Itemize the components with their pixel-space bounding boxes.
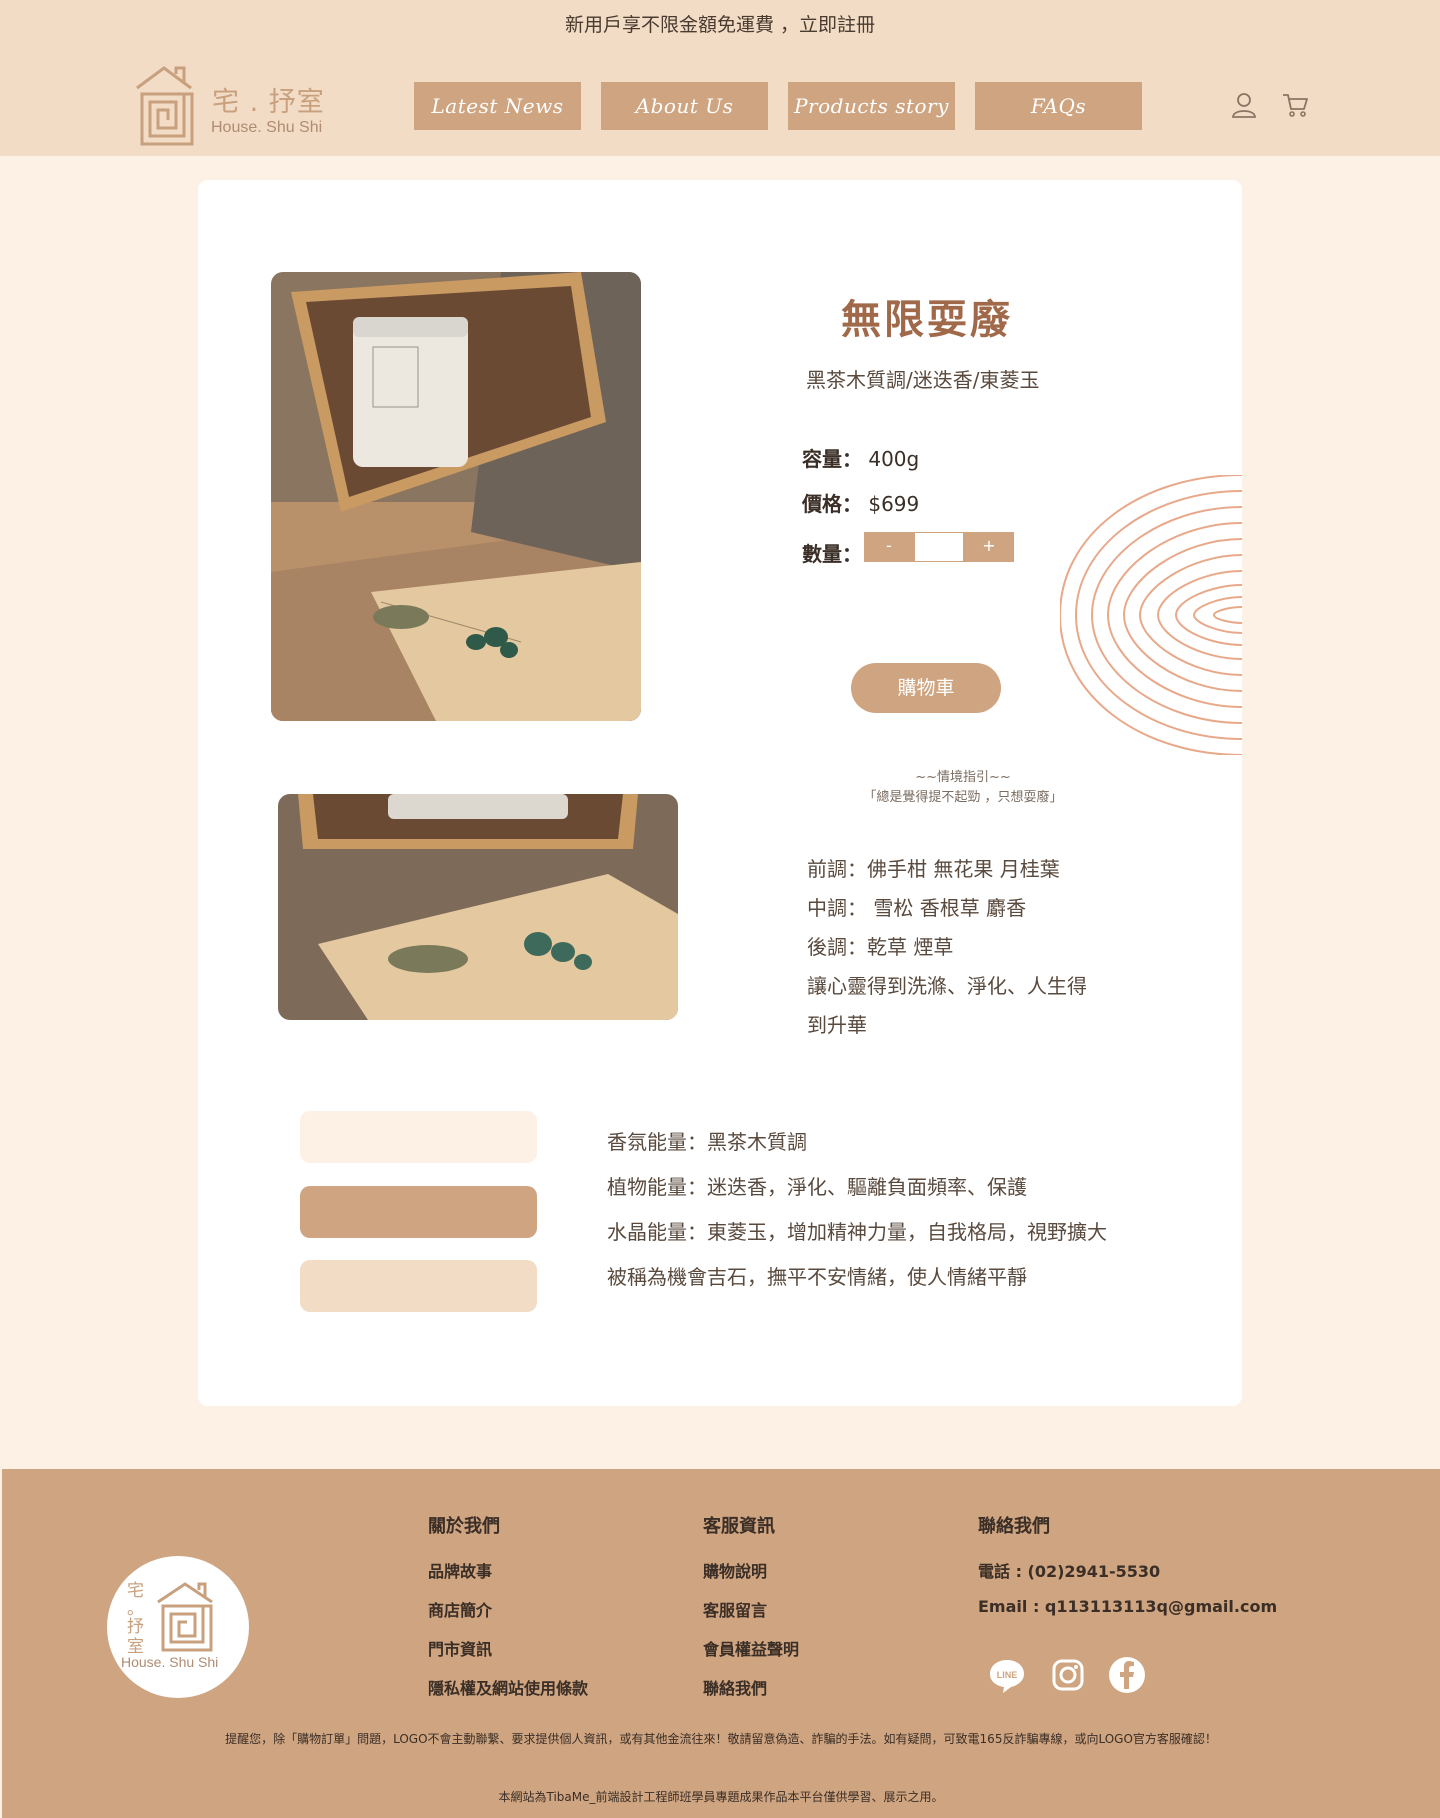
- footer-contact-column: 聯絡我們 電話 : (02)2941-5530 Email : q1131131…: [978, 1512, 1277, 1636]
- product-photo-main[interactable]: [271, 272, 641, 721]
- add-to-cart-button[interactable]: 購物車: [851, 663, 1001, 713]
- nav-latest-news[interactable]: Latest News: [414, 82, 581, 130]
- product-subtitle: 黑茶木質調/迷迭香/東菱玉: [806, 368, 1040, 392]
- product-card: 無限耍廢 黑茶木質調/迷迭香/東菱玉 容量： 400g 價格： $699 數量：…: [198, 180, 1242, 1406]
- announcement-bar[interactable]: 新用戶享不限金額免運費 ，立即註冊: [0, 0, 1440, 50]
- footer-link-store-info[interactable]: 門市資訊: [428, 1636, 588, 1675]
- decorative-rings: [1060, 475, 1242, 755]
- energy-line-plant: 植物能量：迷迭香，淨化、驅離負面頻率、保護: [607, 1175, 1027, 1199]
- line-icon[interactable]: LINE: [987, 1655, 1027, 1695]
- product-photo-main-image: [271, 272, 641, 721]
- energy-line-crystal: 水晶能量：東菱玉，增加精神力量，自我格局，視野擴大: [607, 1220, 1107, 1244]
- footer-link-privacy[interactable]: 隱私權及網站使用條款: [428, 1675, 588, 1714]
- product-title: 無限耍廢: [841, 297, 1013, 343]
- option-swatch-3[interactable]: [300, 1260, 537, 1312]
- energy-line-extra: 被稱為機會吉石，撫平不安情緒，使人情緒平靜: [607, 1265, 1027, 1289]
- cart-icon[interactable]: [1280, 90, 1310, 120]
- footer-email[interactable]: Email : q113113113q@gmail.com: [978, 1597, 1277, 1636]
- footer-service-title: 客服資訊: [703, 1516, 775, 1537]
- footer-service-column: 客服資訊 購物說明 客服留言 會員權益聲明 聯絡我們: [703, 1512, 799, 1714]
- site-footer: 宅 。 抒 室 House. Shu Shi 關於我們 品牌故事 商店簡介 門市…: [2, 1469, 1440, 1818]
- footer-about-column: 關於我們 品牌故事 商店簡介 門市資訊 隱私權及網站使用條款: [428, 1512, 588, 1714]
- footer-logo[interactable]: 宅 。 抒 室 House. Shu Shi: [107, 1556, 249, 1698]
- footer-link-brand-story[interactable]: 品牌故事: [428, 1558, 588, 1597]
- quantity-label: 數量：: [802, 542, 862, 566]
- user-icon[interactable]: [1229, 90, 1259, 120]
- capacity-value: 400g: [868, 447, 920, 471]
- nav-faqs[interactable]: FAQs: [975, 82, 1142, 130]
- house-logo-icon: [136, 66, 194, 146]
- footer-link-shopping-guide[interactable]: 購物說明: [703, 1558, 799, 1597]
- footer-contact-title: 聯絡我們: [978, 1516, 1050, 1537]
- nav-products-story[interactable]: Products story: [788, 82, 955, 130]
- site-header: 宅 . 抒室 House. Shu Shi Latest News About …: [0, 50, 1440, 156]
- logo-en-text: House. Shu Shi: [211, 119, 323, 136]
- footer-phone[interactable]: 電話 : (02)2941-5530: [978, 1558, 1277, 1597]
- fragrance-notes: 前調：佛手柑 無花果 月桂葉 中調： 雪松 香根草 麝香 後調：乾草 煙草 讓心…: [807, 850, 1087, 1045]
- footer-link-store-intro[interactable]: 商店簡介: [428, 1597, 588, 1636]
- footer-link-member-rights[interactable]: 會員權益聲明: [703, 1636, 799, 1675]
- nav-about-us[interactable]: About Us: [601, 82, 768, 130]
- scene-guide-text: 「總是覺得提不起勁 ，只想耍廢」: [863, 790, 1063, 805]
- price-row: 價格： $699: [802, 488, 919, 517]
- energy-line-aroma: 香氛能量：黑茶木質調: [607, 1130, 807, 1154]
- logo-cn-text: 宅 . 抒室: [212, 87, 325, 118]
- footer-copyright: 本網站為TibaMe_前端設計工程師班學員專題成果作品本平台僅供學習、展示之用。: [498, 1790, 944, 1804]
- scene-guide-title: ~~情境指引~~: [915, 770, 1011, 785]
- capacity-row: 容量： 400g: [802, 443, 919, 472]
- footer-link-contact[interactable]: 聯絡我們: [703, 1675, 799, 1714]
- product-photo-detail-image: [278, 794, 678, 1020]
- note-top: 前調：佛手柑 無花果 月桂葉: [807, 857, 1060, 881]
- note-middle: 中調： 雪松 香根草 麝香: [807, 896, 1027, 920]
- energy-description: 香氛能量：黑茶木質調 植物能量：迷迭香，淨化、驅離負面頻率、保護 水晶能量：東菱…: [607, 1120, 1107, 1300]
- footer-link-message[interactable]: 客服留言: [703, 1597, 799, 1636]
- quantity-minus-button[interactable]: -: [864, 532, 914, 562]
- quantity-stepper[interactable]: - +: [864, 532, 1014, 562]
- line-icon-text: LINE: [997, 1670, 1018, 1680]
- quantity-row: 數量：: [802, 538, 862, 567]
- product-photo-detail[interactable]: [278, 794, 678, 1020]
- price-label: 價格：: [802, 492, 862, 516]
- note-description-line2: 到升華: [807, 1013, 867, 1037]
- note-base: 後調：乾草 煙草: [807, 935, 954, 959]
- facebook-icon[interactable]: [1107, 1655, 1147, 1695]
- option-swatch-1[interactable]: [300, 1111, 537, 1163]
- footer-about-title: 關於我們: [428, 1516, 500, 1537]
- instagram-icon[interactable]: [1048, 1655, 1088, 1695]
- footer-fraud-warning: 提醒您，除「購物訂單」問題，LOGO不會主動聯繫、要求提供個人資訊，或有其他金流…: [225, 1732, 1217, 1746]
- price-value: $699: [868, 492, 920, 516]
- quantity-plus-button[interactable]: +: [964, 532, 1014, 562]
- footer-logo-en: House. Shu Shi: [121, 1654, 219, 1670]
- site-logo[interactable]: 宅 . 抒室 House. Shu Shi: [134, 64, 334, 148]
- option-swatch-2[interactable]: [300, 1186, 537, 1238]
- capacity-label: 容量：: [802, 447, 862, 471]
- footer-house-icon: [157, 1582, 213, 1652]
- note-description-line1: 讓心靈得到洗滌、淨化、人生得: [807, 974, 1087, 998]
- scene-guide: ~~情境指引~~ 「總是覺得提不起勁 ，只想耍廢」: [828, 768, 1098, 808]
- quantity-input[interactable]: [914, 532, 964, 562]
